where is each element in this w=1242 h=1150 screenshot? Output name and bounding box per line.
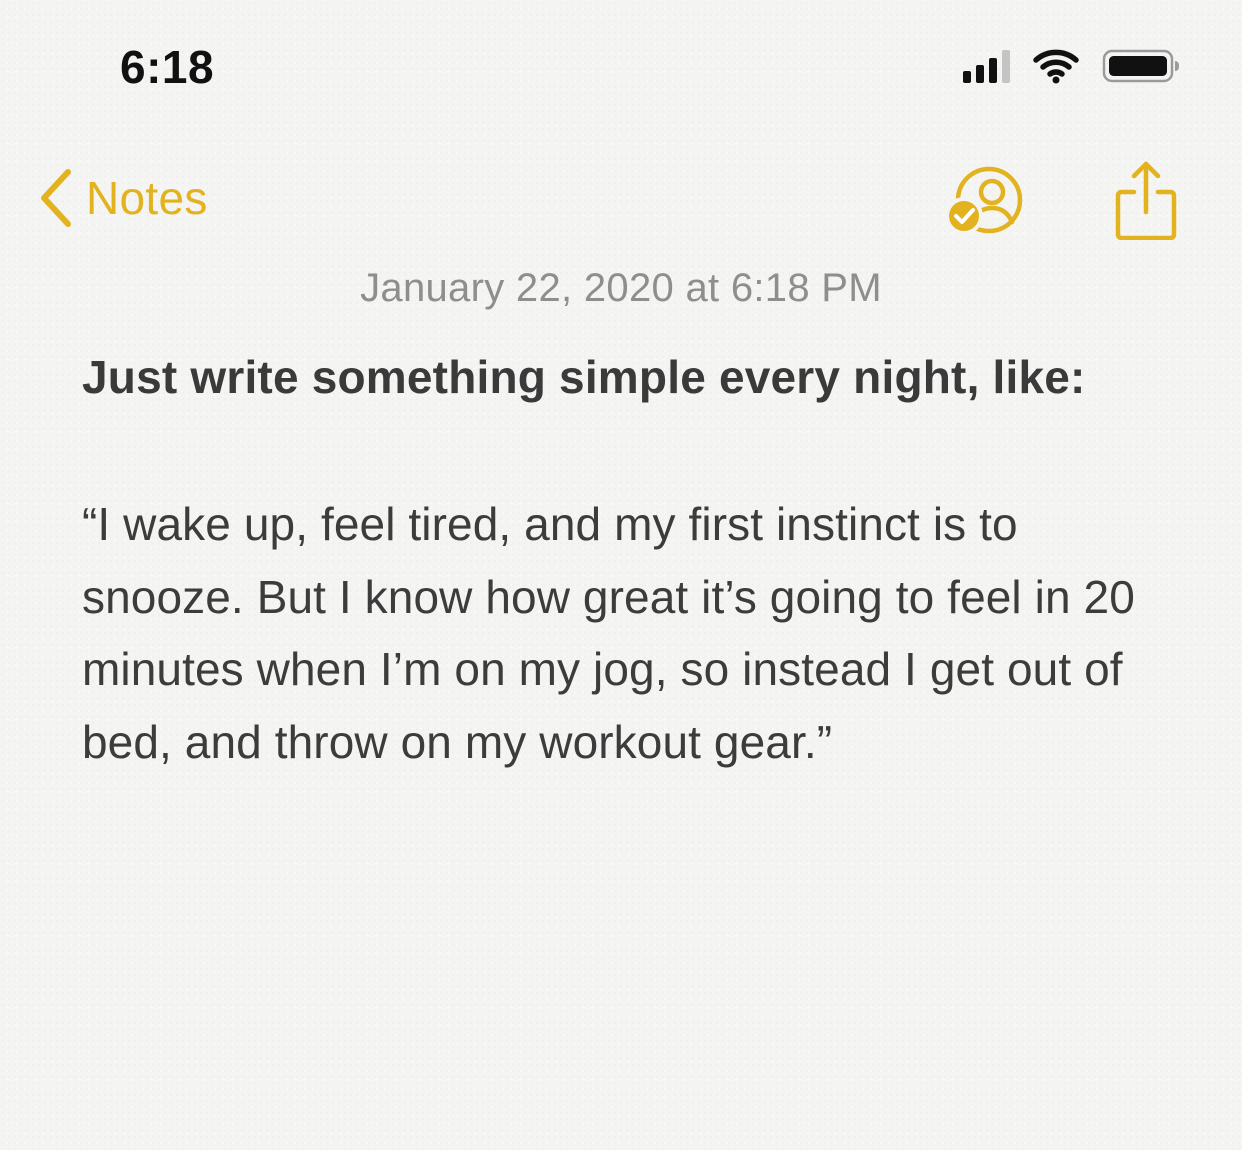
share-icon <box>1115 161 1177 241</box>
chevron-left-icon <box>41 169 71 227</box>
back-to-notes-button[interactable]: Notes <box>36 166 208 230</box>
note-content[interactable]: Just write something simple every night,… <box>82 342 1172 778</box>
note-title[interactable]: Just write something simple every night,… <box>82 342 1172 412</box>
status-bar: 6:18 <box>0 0 1242 132</box>
share-button[interactable] <box>1112 160 1180 241</box>
add-people-icon <box>945 166 1023 235</box>
back-button-label: Notes <box>86 172 208 224</box>
note-date: January 22, 2020 at 6:18 PM <box>360 266 882 310</box>
status-time: 6:18 <box>120 41 215 93</box>
wifi-icon <box>1032 48 1080 84</box>
collaborate-button[interactable] <box>944 166 1034 238</box>
status-icons <box>963 46 1180 86</box>
cellular-signal-icon <box>963 49 1010 83</box>
nav-bar: Notes <box>0 150 1242 250</box>
note-body-text[interactable]: “I wake up, feel tired, and my first ins… <box>82 488 1172 778</box>
battery-icon <box>1102 48 1180 84</box>
